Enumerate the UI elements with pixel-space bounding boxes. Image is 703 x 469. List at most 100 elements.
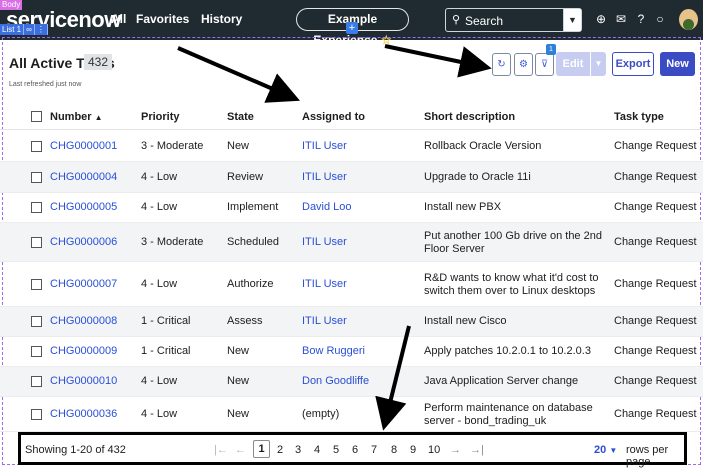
table-row[interactable]: CHG0000007 4 - Low Authorize ITIL User R&D w… <box>0 262 703 307</box>
row-checkbox[interactable] <box>31 316 42 327</box>
row-checkbox[interactable] <box>31 376 42 387</box>
cell-assigned-to[interactable]: David Loo <box>302 201 352 214</box>
new-button[interactable]: New <box>660 52 695 76</box>
page-10-button[interactable]: 10 <box>428 444 440 456</box>
cell-state: Authorize <box>227 278 274 290</box>
page-8-button[interactable]: 8 <box>391 444 397 456</box>
page-7-button[interactable]: 7 <box>371 444 377 456</box>
export-button[interactable]: Export <box>612 52 654 76</box>
cell-number[interactable]: CHG0000005 <box>50 201 117 214</box>
page-1-button[interactable]: 1 <box>253 440 270 458</box>
select-all-checkbox[interactable] <box>31 111 42 122</box>
cell-priority: 4 - Low <box>141 201 178 213</box>
column-short-description[interactable]: Short description <box>424 111 515 123</box>
help-icon[interactable]: ? <box>634 12 648 26</box>
filter-count-badge: 1 <box>546 44 556 55</box>
cell-number[interactable]: CHG0000006 <box>50 236 117 249</box>
table-row[interactable]: CHG0000009 1 - Critical New Bow Ruggeri Appl… <box>0 337 703 367</box>
cell-short-description: R&D wants to know what it'd cost to swit… <box>424 272 599 297</box>
column-task-type[interactable]: Task type <box>614 111 664 123</box>
add-experience-button[interactable]: + <box>346 22 358 34</box>
global-search[interactable]: ⚲ Search ▼ <box>445 8 582 32</box>
nav-link-all[interactable]: All <box>111 12 126 26</box>
globe-icon[interactable]: ⊕ <box>594 12 608 26</box>
previous-page-icon: ← <box>235 444 246 456</box>
page-9-button[interactable]: 9 <box>410 444 416 456</box>
first-page-icon: |← <box>214 444 228 456</box>
column-priority[interactable]: Priority <box>141 111 180 123</box>
notification-bell-icon[interactable]: ○ <box>653 12 667 26</box>
cell-priority: 3 - Moderate <box>141 140 204 152</box>
search-icon: ⚲ <box>452 14 461 26</box>
cell-short-description: Put another 100 Gb drive on the 2nd Floo… <box>424 230 602 255</box>
cell-short-description: Java Application Server change <box>424 375 579 387</box>
row-checkbox[interactable] <box>31 237 42 248</box>
cell-assigned-to[interactable]: ITIL User <box>302 278 347 291</box>
cell-task-type: Change Request <box>614 278 697 290</box>
avatar[interactable] <box>679 9 698 30</box>
cell-number[interactable]: CHG0000007 <box>50 278 117 291</box>
filter-button[interactable]: ⊽ <box>535 53 554 76</box>
row-checkbox[interactable] <box>31 409 42 420</box>
last-page-icon[interactable]: →| <box>470 444 484 456</box>
cell-state: Assess <box>227 315 263 327</box>
cell-assigned-to[interactable]: ITIL User <box>302 140 347 153</box>
page-3-button[interactable]: 3 <box>295 444 301 456</box>
table-header: Number ▲ Priority State Assigned to Shor… <box>0 104 703 130</box>
table-row[interactable]: CHG0000036 4 - Low New (empty) Perform maint… <box>0 397 703 432</box>
table-row[interactable]: CHG0000008 1 - Critical Assess ITIL User Ins… <box>0 307 703 337</box>
cell-assigned-to[interactable]: Bow Ruggeri <box>302 345 365 358</box>
cell-state: New <box>227 408 250 420</box>
page-2-button[interactable]: 2 <box>277 444 283 456</box>
cell-number[interactable]: CHG0000010 <box>50 375 117 388</box>
edit-button[interactable]: Edit <box>556 52 590 76</box>
cell-assigned-to[interactable]: Don Goodliffe <box>302 375 369 388</box>
search-scope-dropdown[interactable]: ▼ <box>563 9 581 31</box>
last-refreshed: Last refreshed just now <box>9 81 82 88</box>
page-5-button[interactable]: 5 <box>333 444 339 456</box>
cell-number[interactable]: CHG0000009 <box>50 345 117 358</box>
table-row[interactable]: CHG0000001 3 - Moderate New ITIL User Rollba… <box>0 131 703 162</box>
cell-priority: 4 - Low <box>141 408 178 420</box>
cell-number[interactable]: CHG0000004 <box>50 171 117 184</box>
row-checkbox[interactable] <box>31 346 42 357</box>
nav-link-history[interactable]: History <box>201 12 242 26</box>
rows-per-page-select[interactable]: 20 ▼ <box>594 444 617 456</box>
cell-number[interactable]: CHG0000036 <box>50 408 117 421</box>
column-assigned-to[interactable]: Assigned to <box>302 111 365 123</box>
table-row[interactable]: CHG0000010 4 - Low New Don Goodliffe Java Ap… <box>0 367 703 397</box>
table-row[interactable]: CHG0000006 3 - Moderate Scheduled ITIL User… <box>0 223 703 262</box>
column-number[interactable]: Number ▲ <box>50 111 103 123</box>
row-checkbox[interactable] <box>31 279 42 290</box>
row-checkbox[interactable] <box>31 202 42 213</box>
star-icon[interactable]: ☆ <box>381 33 392 47</box>
page-6-button[interactable]: 6 <box>352 444 358 456</box>
link-icon[interactable]: ∞ <box>24 24 35 35</box>
cell-number[interactable]: CHG0000001 <box>50 140 117 153</box>
table-row[interactable]: CHG0000004 4 - Low Review ITIL User Upgrade … <box>0 162 703 193</box>
cell-task-type: Change Request <box>614 171 697 183</box>
list-tag[interactable]: List 1 ∞ ⋮ <box>0 24 48 35</box>
column-state[interactable]: State <box>227 111 254 123</box>
settings-button[interactable]: ⚙ <box>514 53 533 76</box>
cell-assigned-to[interactable]: ITIL User <box>302 171 347 184</box>
more-icon[interactable]: ⋮ <box>35 24 48 35</box>
rows-per-page-value: 20 <box>594 444 607 456</box>
arrow-to-assigned-column <box>177 46 301 103</box>
cell-number[interactable]: CHG0000008 <box>50 315 117 328</box>
nav-link-favorites[interactable]: Favorites <box>136 12 189 26</box>
filter-icon: ⊽ <box>540 59 549 70</box>
cell-assigned-to[interactable]: ITIL User <box>302 236 347 249</box>
chevron-down-icon: ▼ <box>594 59 603 68</box>
rows-per-page-label: rows per page <box>626 444 669 468</box>
row-checkbox[interactable] <box>31 172 42 183</box>
row-checkbox[interactable] <box>31 141 42 152</box>
edit-dropdown-button[interactable]: ▼ <box>591 52 606 76</box>
page-4-button[interactable]: 4 <box>314 444 320 456</box>
table-row[interactable]: CHG0000005 4 - Low Implement David Loo Insta… <box>0 193 703 223</box>
refresh-button[interactable]: ↻ <box>492 53 511 76</box>
next-page-icon[interactable]: → <box>450 444 461 456</box>
body-tag[interactable]: Body <box>0 0 23 10</box>
chat-icon[interactable]: ✉ <box>614 12 628 26</box>
cell-assigned-to[interactable]: ITIL User <box>302 315 347 328</box>
